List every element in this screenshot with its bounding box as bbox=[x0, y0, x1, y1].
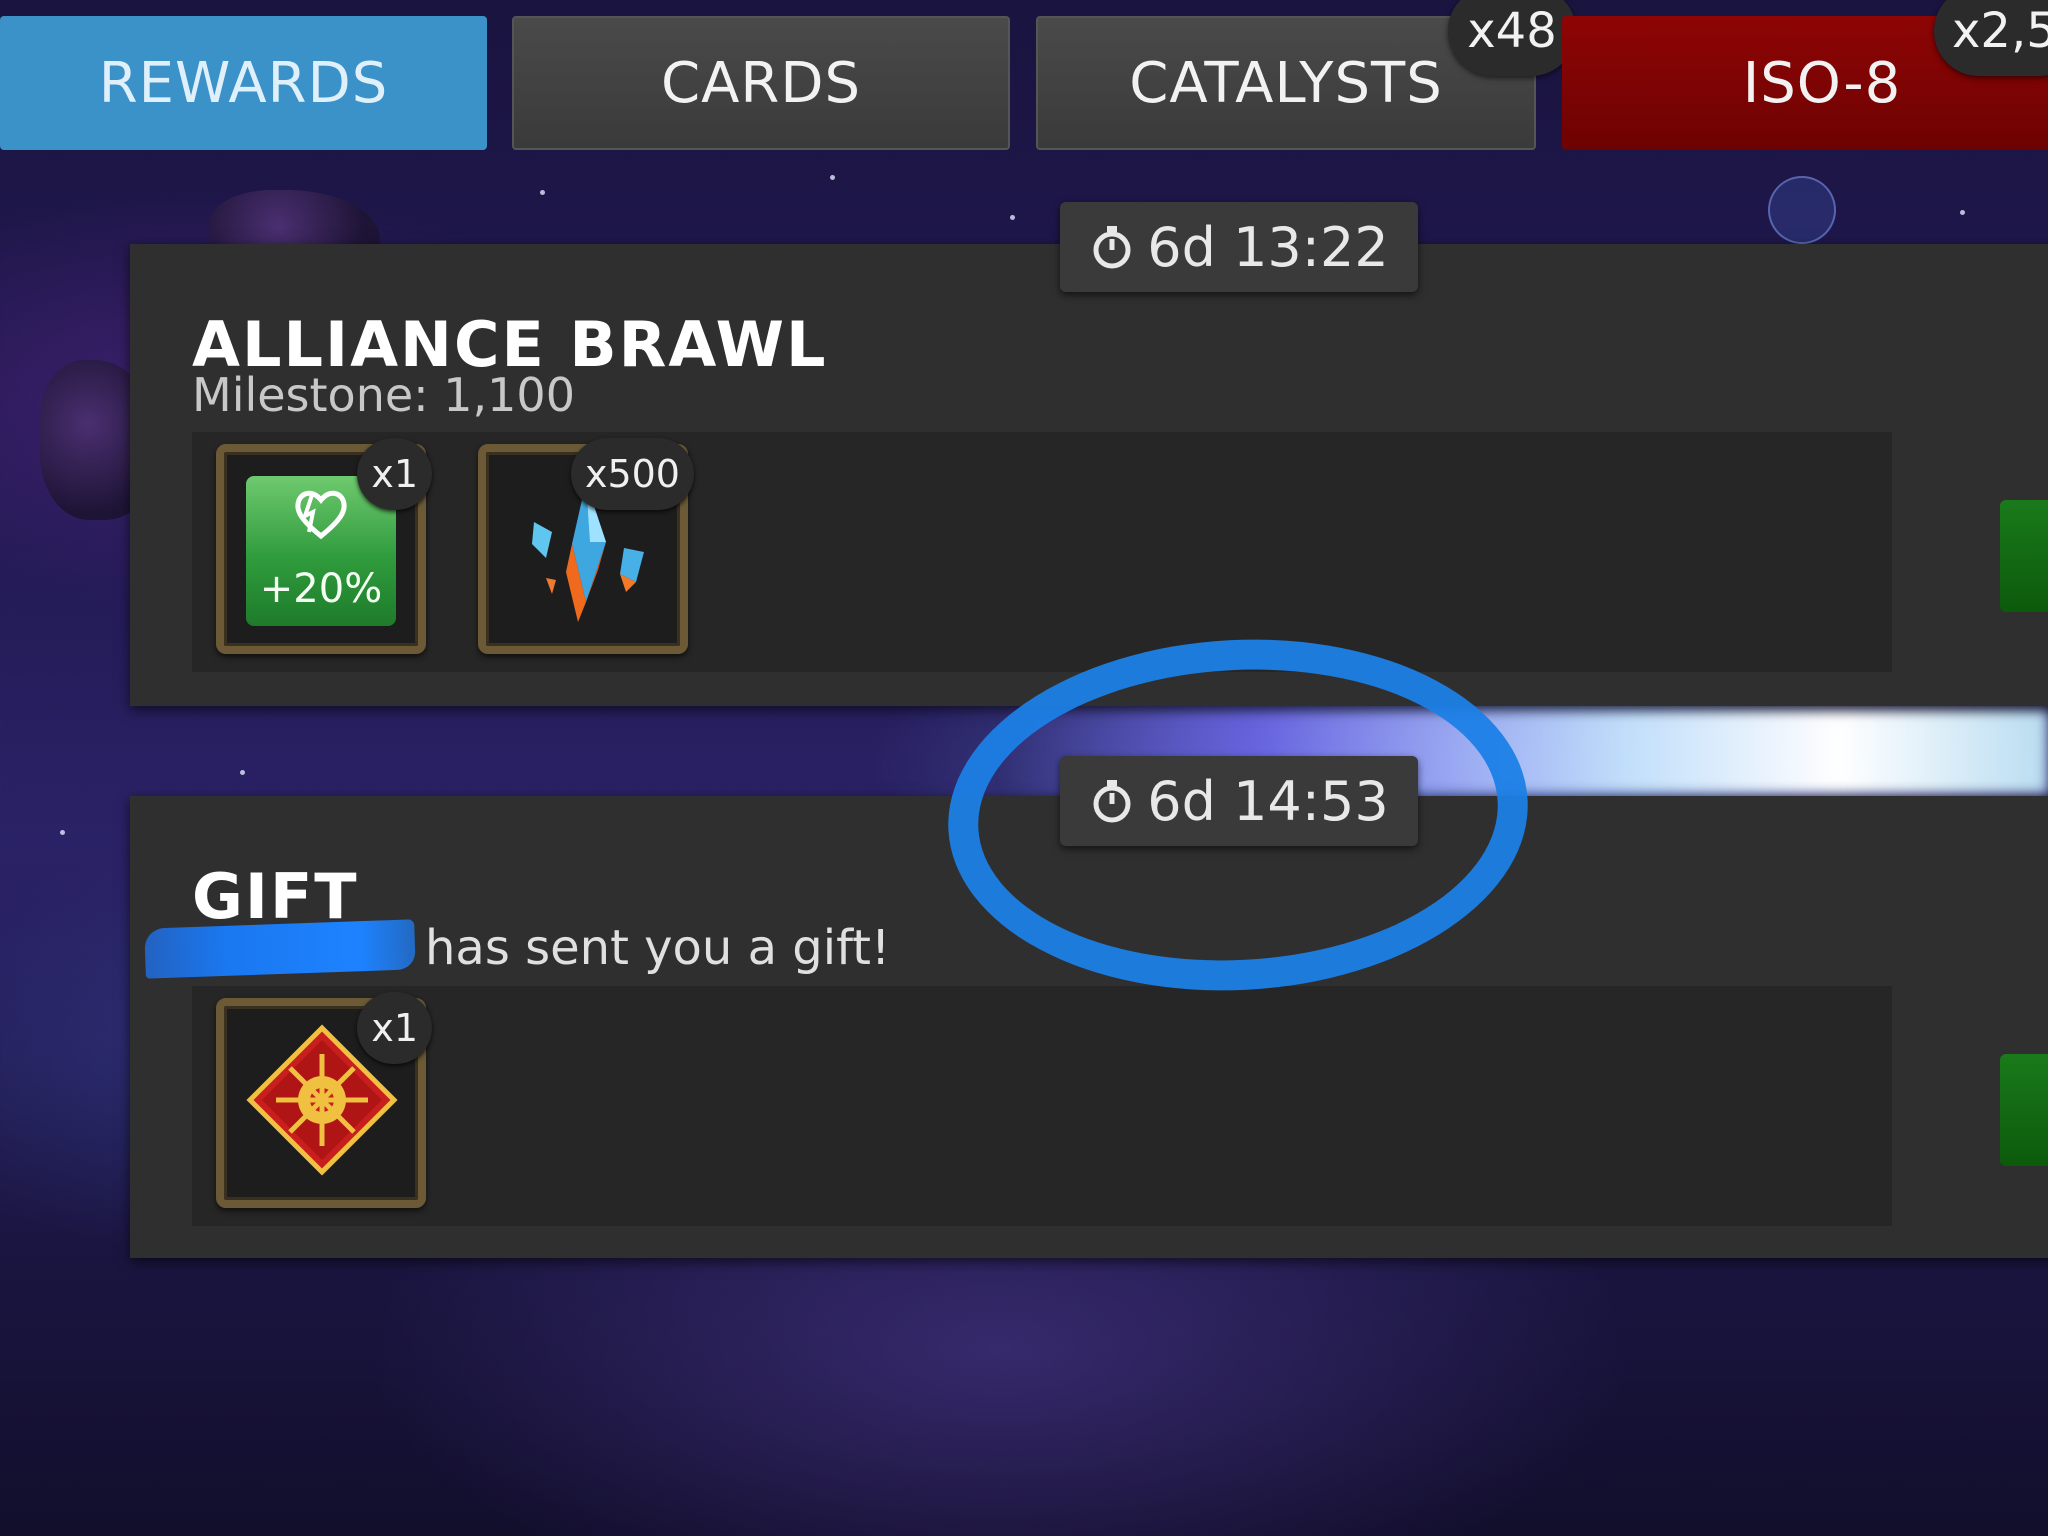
tab-rewards[interactable]: REWARDS bbox=[0, 16, 487, 150]
catalysts-count-text: x48 bbox=[1467, 3, 1557, 59]
timer-text: 6d 13:22 bbox=[1147, 215, 1389, 279]
stopwatch-icon bbox=[1093, 226, 1131, 269]
reward-items-tray: +20% x1 x500 bbox=[192, 432, 1892, 672]
item-quantity: x1 bbox=[357, 438, 432, 510]
item-quantity: x500 bbox=[570, 438, 694, 510]
tab-rewards-label: REWARDS bbox=[98, 50, 389, 116]
tab-catalysts-label: CATALYSTS bbox=[1129, 50, 1443, 116]
reward-card-alliance-brawl: ALLIANCE BRAWL Milestone: 1,100 +20% x1 bbox=[130, 244, 2048, 706]
boost-percent: +20% bbox=[259, 566, 383, 612]
reward-item-iso8[interactable]: x500 bbox=[478, 438, 694, 654]
iso8-count-badge: x2,5 bbox=[1934, 0, 2048, 76]
reward-items-tray: x1 bbox=[192, 986, 1892, 1226]
collect-button[interactable]: C bbox=[2000, 1054, 2048, 1166]
reward-timer: 6d 13:22 bbox=[1060, 202, 1418, 292]
tab-cards[interactable]: CARDS bbox=[512, 16, 1010, 150]
tab-iso8-label: ISO-8 bbox=[1742, 50, 1902, 116]
catalysts-count-badge: x48 bbox=[1448, 0, 1576, 76]
item-quantity: x1 bbox=[357, 992, 432, 1064]
collect-button[interactable]: C bbox=[2000, 500, 2048, 612]
iso8-count-text: x2,5 bbox=[1952, 3, 2048, 59]
reward-item-boost[interactable]: +20% x1 bbox=[216, 438, 432, 654]
reward-subtitle: Milestone: 1,100 bbox=[192, 368, 575, 422]
tab-cards-label: CARDS bbox=[661, 50, 861, 116]
redacted-sender-name bbox=[144, 919, 416, 979]
reward-item-crystal[interactable]: x1 bbox=[216, 992, 432, 1208]
gift-message: has sent you a gift! bbox=[425, 920, 891, 976]
